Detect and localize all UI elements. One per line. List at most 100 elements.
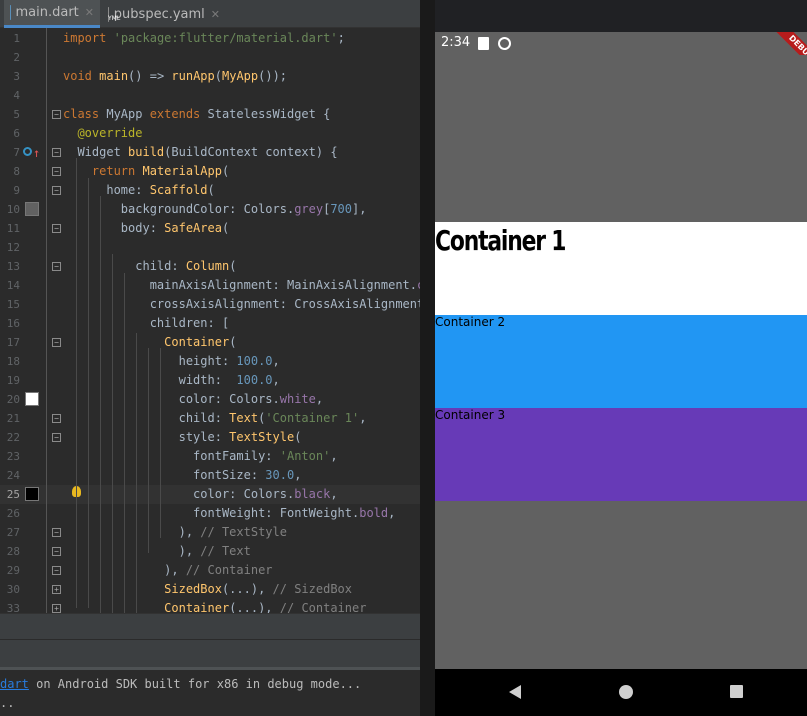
line-number: 12 xyxy=(6,241,20,254)
line-number: 30 xyxy=(6,583,20,596)
indent-guide xyxy=(148,348,149,553)
code-line[interactable]: 6 @override xyxy=(0,124,420,143)
fold-toggle-icon[interactable]: − xyxy=(52,148,61,157)
code-line[interactable]: 10 backgroundColor: Colors.grey[700], xyxy=(0,200,420,219)
tab-main-dart[interactable]: main.dart ✕ xyxy=(4,0,100,28)
fold-toggle-icon[interactable]: − xyxy=(52,338,61,347)
line-number: 4 xyxy=(13,89,20,102)
line-number: 29 xyxy=(6,564,20,577)
code-text: child: Text('Container 1', xyxy=(63,411,367,425)
fold-toggle-icon[interactable]: − xyxy=(52,186,61,195)
color-swatch-icon[interactable] xyxy=(25,202,39,216)
tab-pubspec-yaml[interactable]: pubspec.yaml ✕ xyxy=(102,0,226,28)
fold-toggle-icon[interactable]: − xyxy=(52,433,61,442)
line-number: 6 xyxy=(13,127,20,140)
code-line[interactable]: 15 crossAxisAlignment: CrossAxisAlignmen… xyxy=(0,295,420,314)
window-divider[interactable] xyxy=(420,0,435,716)
code-text: color: Colors.black, xyxy=(63,487,338,501)
fold-toggle-icon[interactable]: + xyxy=(52,585,61,594)
code-line[interactable]: 11 body: SafeArea(− xyxy=(0,219,420,238)
run-console[interactable]: dart on Android SDK built for x86 in deb… xyxy=(0,667,420,716)
arrow-up-icon: ↑ xyxy=(33,146,41,160)
code-line[interactable]: 2 xyxy=(0,48,420,67)
container-2: Container 2 xyxy=(435,315,807,408)
app-scaffold: Container 1 Container 2 Container 3 xyxy=(435,55,807,669)
code-line[interactable]: 21 child: Text('Container 1', − xyxy=(0,409,420,428)
code-text: Widget build(BuildContext context) { xyxy=(63,145,338,159)
back-icon[interactable] xyxy=(509,685,521,699)
container-3: Container 3 xyxy=(435,408,807,501)
code-text: mainAxisAlignment: MainAxisAlignment.cen… xyxy=(63,278,420,292)
code-line[interactable]: 13 child: Column(− xyxy=(0,257,420,276)
code-text: color: Colors.white, xyxy=(63,392,324,406)
console-link[interactable]: dart xyxy=(0,677,29,691)
color-swatch-icon[interactable] xyxy=(25,392,39,406)
line-number: 20 xyxy=(6,393,20,406)
fold-toggle-icon[interactable]: − xyxy=(52,414,61,423)
line-number: 22 xyxy=(6,431,20,444)
override-marker-icon[interactable] xyxy=(23,147,32,156)
line-number: 11 xyxy=(6,222,20,235)
fold-toggle-icon[interactable]: − xyxy=(52,262,61,271)
code-line[interactable]: 22 style: TextStyle(− xyxy=(0,428,420,447)
fold-toggle-icon[interactable]: − xyxy=(52,167,61,176)
fold-toggle-icon[interactable]: − xyxy=(52,528,61,537)
code-line[interactable]: 14 mainAxisAlignment: MainAxisAlignment.… xyxy=(0,276,420,295)
tab-label: pubspec.yaml xyxy=(113,6,205,22)
code-line[interactable]: 8 return MaterialApp(− xyxy=(0,162,420,181)
code-line[interactable]: 26 fontWeight: FontWeight.bold, xyxy=(0,504,420,523)
console-message: on Android SDK built for x86 in debug mo… xyxy=(28,677,362,691)
fold-toggle-icon[interactable]: + xyxy=(52,604,61,613)
code-line[interactable]: 23 fontFamily: 'Anton', xyxy=(0,447,420,466)
code-line[interactable]: 3 void main() => runApp(MyApp()); xyxy=(0,67,420,86)
code-line[interactable]: 24 fontSize: 30.0, xyxy=(0,466,420,485)
code-line[interactable]: 28 ), // Text − xyxy=(0,542,420,561)
code-line[interactable]: 5 class MyApp extends StatelessWidget {− xyxy=(0,105,420,124)
line-number: 17 xyxy=(6,336,20,349)
code-editor[interactable]: 1 import 'package:flutter/material.dart';… xyxy=(0,28,420,663)
line-number: 9 xyxy=(13,184,20,197)
line-number: 21 xyxy=(6,412,20,425)
code-line[interactable]: 16 children: [ xyxy=(0,314,420,333)
code-line[interactable]: 30 SizedBox(...), // SizedBox + xyxy=(0,580,420,599)
code-line[interactable]: 18 height: 100.0, xyxy=(0,352,420,371)
code-line[interactable]: 12 xyxy=(0,238,420,257)
code-text: crossAxisAlignment: CrossAxisAlignment.s… xyxy=(63,297,420,311)
line-number: 16 xyxy=(6,317,20,330)
code-line[interactable]: 4 xyxy=(0,86,420,105)
line-number: 15 xyxy=(6,298,20,311)
code-text: style: TextStyle( xyxy=(63,430,302,444)
indent-guide xyxy=(160,348,161,538)
code-line[interactable]: 9 home: Scaffold(− xyxy=(0,181,420,200)
code-line[interactable]: 27 ), // TextStyle − xyxy=(0,523,420,542)
code-line[interactable]: 25 color: Colors.black, xyxy=(0,485,420,504)
code-line[interactable]: 29 ), // Container − xyxy=(0,561,420,580)
code-text: SizedBox(...), // SizedBox xyxy=(164,582,353,596)
code-line[interactable]: 19 width: 100.0, xyxy=(0,371,420,390)
color-swatch-icon[interactable] xyxy=(25,487,39,501)
fold-toggle-icon[interactable]: − xyxy=(52,547,61,556)
code-text: height: 100.0, xyxy=(63,354,280,368)
close-icon[interactable]: ✕ xyxy=(211,8,220,21)
home-icon[interactable] xyxy=(619,685,633,699)
fold-toggle-icon[interactable]: − xyxy=(52,566,61,575)
indent-guide xyxy=(112,254,113,649)
code-text: void main() => runApp(MyApp()); xyxy=(63,69,288,83)
fold-toggle-icon[interactable]: − xyxy=(52,224,61,233)
recents-icon[interactable] xyxy=(730,685,743,698)
sd-card-icon xyxy=(478,37,489,50)
android-nav-bar xyxy=(435,669,807,716)
code-text: @override xyxy=(77,126,143,140)
code-line[interactable]: 20 color: Colors.white, xyxy=(0,390,420,409)
code-text: child: Column( xyxy=(63,259,237,273)
code-text: import 'package:flutter/material.dart'; xyxy=(63,31,345,45)
code-line[interactable]: 1 import 'package:flutter/material.dart'; xyxy=(0,29,420,48)
editor-tab-bar: main.dart ✕ pubspec.yaml ✕ xyxy=(0,0,420,28)
close-icon[interactable]: ✕ xyxy=(85,6,94,19)
code-text: backgroundColor: Colors.grey[700], xyxy=(63,202,367,216)
fold-toggle-icon[interactable]: − xyxy=(52,110,61,119)
code-line[interactable]: 7 Widget build(BuildContext context) {− ↑ xyxy=(0,143,420,162)
code-line[interactable]: 17 Container(− xyxy=(0,333,420,352)
console-line: dart on Android SDK built for x86 in deb… xyxy=(0,677,361,691)
line-number: 3 xyxy=(13,70,20,83)
